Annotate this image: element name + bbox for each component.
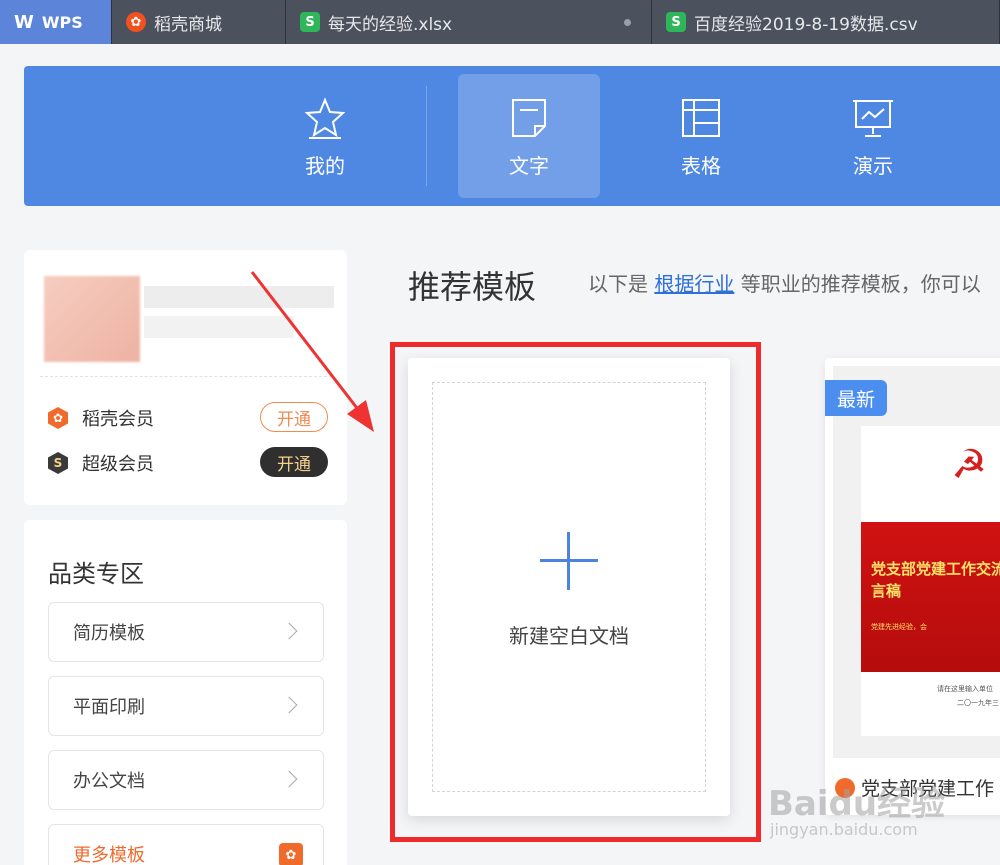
member-label: 超级会员 [82,454,154,475]
member-super: S 超级会员 开通 [48,447,328,479]
category-label: 办公文档 [73,771,145,792]
tab-bar: W WPS ✿ 稻壳商城 S 每天的经验.xlsx S 百度经验2019-8-1… [0,0,1000,44]
template-banner: 党支部党建工作交流发言稿 党建先进经验，会 [861,522,1000,672]
divider [40,376,332,377]
tab-label: 稻壳商城 [154,14,222,35]
tab-file-csv[interactable]: S 百度经验2019-8-19数据.csv [652,0,1000,44]
sheet-file-icon: S [300,12,320,32]
nav-sheet[interactable]: 表格 [630,74,772,198]
tab-label: 百度经验2019-8-19数据.csv [694,14,918,35]
desc-prefix: 以下是 [588,272,648,296]
super-activate-button[interactable]: 开通 [260,447,328,477]
category-item-print[interactable]: 平面印刷 [48,676,324,736]
template-image-title: 党支部党建工作交流发言稿 [871,560,1000,600]
watermark-logo: Baidu经验 [768,784,946,824]
tab-wps[interactable]: W WPS [0,0,112,44]
tab-docer-store[interactable]: ✿ 稻壳商城 [112,0,286,44]
category-item-more[interactable]: 更多模板 ✿ [48,824,324,865]
template-image-date: 二〇一九年三 [957,699,999,707]
template-page: ☭ 党支部党建工作交流发言稿 党建先进经验，会 请在这里输入单位 二〇一九年三 [861,426,1000,736]
recommend-title: 推荐模板 [408,268,537,306]
chevron-right-icon [280,696,298,714]
tab-label: WPS [41,12,83,32]
docer-member-icon: ✿ [48,407,68,429]
star-icon [304,97,346,139]
new-badge: 最新 [825,380,887,416]
chevron-right-icon [280,622,298,640]
member-label: 稻壳会员 [82,409,154,430]
tab-label: 每天的经验.xlsx [328,14,453,35]
template-card[interactable]: ☭ 党支部党建工作交流发言稿 党建先进经验，会 请在这里输入单位 二〇一九年三 … [825,358,1000,815]
tab-file-xlsx[interactable]: S 每天的经验.xlsx [286,0,652,44]
category-item-office[interactable]: 办公文档 [48,750,324,810]
category-label: 平面印刷 [73,697,145,718]
member-docer: ✿ 稻壳会员 开通 [48,402,328,434]
avatar[interactable] [44,276,140,362]
template-image-foot: 请在这里输入单位 [937,685,993,693]
recommend-description: 以下是 根据行业 等职业的推荐模板，你可以 [588,268,981,297]
header-divider [426,86,427,186]
super-member-icon: S [48,452,68,474]
template-image-subtitle: 党建先进经验，会 [871,623,927,631]
unsaved-dot-icon [624,19,631,26]
presentation-icon [853,100,893,137]
nav-mine[interactable]: 我的 [254,74,396,198]
docer-icon: ✿ [279,843,303,865]
category-card: 品类专区 简历模板 平面印刷 办公文档 更多模板 ✿ [24,520,347,865]
user-info-blurred [144,316,294,338]
sheet-file-icon: S [666,12,686,32]
nav-label: 演示 [853,154,893,178]
docer-activate-button[interactable]: 开通 [260,402,328,432]
document-icon [512,99,546,137]
industry-link[interactable]: 根据行业 [654,272,734,296]
table-icon [682,99,720,137]
nav-label: 我的 [305,154,345,178]
nav-presentation[interactable]: 演示 [802,74,944,198]
docer-icon: ✿ [126,12,146,32]
party-emblem-icon: ☭ [951,442,987,488]
template-thumbnail: ☭ 党支部党建工作交流发言稿 党建先进经验，会 请在这里输入单位 二〇一九年三 [833,366,1000,758]
category-label: 简历模板 [73,623,145,644]
app-header: 我的 文字 表格 演示 [24,66,1000,206]
nav-writer[interactable]: 文字 [458,74,600,198]
highlight-box [390,342,761,842]
category-label: 更多模板 [73,845,145,865]
profile-card: ✿ 稻壳会员 开通 S 超级会员 开通 [24,250,347,505]
nav-label: 文字 [509,154,549,178]
chevron-right-icon [280,770,298,788]
wps-logo-icon: W [14,11,34,33]
nav-label: 表格 [681,154,721,178]
category-item-resume[interactable]: 简历模板 [48,602,324,662]
desc-suffix: 等职业的推荐模板，你可以 [740,272,981,296]
category-title: 品类专区 [48,560,144,588]
watermark-url: jingyan.baidu.com [770,820,918,839]
username-blurred [144,286,334,308]
